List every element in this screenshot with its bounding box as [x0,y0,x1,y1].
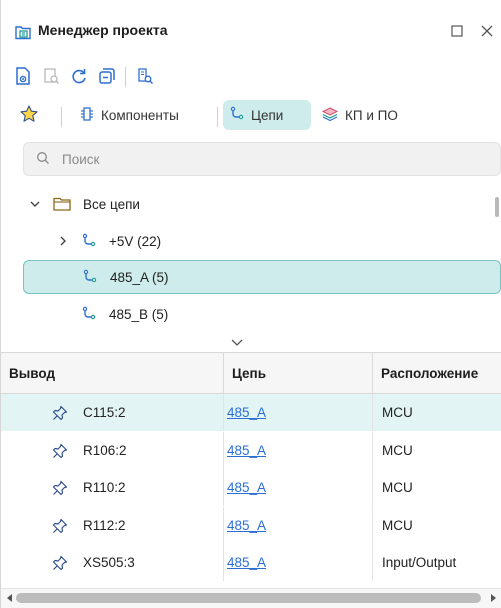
cell-pin: C115:2 [83,405,126,420]
layers-icon [321,106,345,125]
scrollbar-thumb[interactable] [16,593,481,603]
tab-separator [61,107,62,127]
column-header-location[interactable]: Расположение [373,353,501,393]
tree-item-485b[interactable]: 485_B (5) [81,298,461,330]
table-row[interactable]: R110:2 485_A MCU [1,469,501,506]
tab-nets[interactable]: Цепи [223,100,311,130]
tree-item-485a[interactable]: 485_A (5) [23,260,501,294]
net-link[interactable]: 485_A [227,555,266,570]
splitter-chevron-down-icon[interactable] [228,336,246,350]
cell-location: MCU [382,442,413,458]
cell-divider [223,469,224,506]
cell-divider [223,506,224,544]
project-manager-panel: Менеджер проекта Компоненты Цепи КП и ПО… [0,0,501,608]
cell-divider [372,431,373,469]
component-icon [79,106,101,125]
document-view-icon[interactable] [11,64,35,88]
tree-scrollbar-thumb[interactable] [495,197,499,217]
net-link[interactable]: 485_A [227,405,266,420]
net-icon [81,233,97,249]
cell-pin: R112:2 [83,517,126,533]
pin-icon[interactable] [52,443,68,459]
pin-icon[interactable] [52,480,68,496]
zoom-page-icon[interactable] [39,64,63,88]
column-header-pin[interactable]: Вывод [1,353,223,393]
toolbar [1,60,501,92]
tree-root-all-nets[interactable]: Все цепи [27,188,487,220]
cell-divider [223,431,224,469]
pin-icon[interactable] [52,405,68,421]
pin-icon[interactable] [52,518,68,534]
net-link[interactable]: 485_A [227,443,266,458]
tab-label: КП и ПО [345,107,398,123]
panel-title: Менеджер проекта [38,22,168,38]
tab-pads-vias[interactable]: КП и ПО [315,100,404,130]
search-box [23,142,501,176]
net-link[interactable]: 485_A [227,480,266,495]
table-row[interactable]: XS505:3 485_A Input/Output [1,544,501,581]
refresh-icon[interactable] [67,64,91,88]
cell-divider [372,394,373,431]
net-icon [229,106,251,125]
cell-pin: R106:2 [83,442,127,458]
cell-location: MCU [382,480,413,495]
cell-location: MCU [382,517,413,533]
scroll-left-arrow-icon[interactable] [7,594,12,602]
net-link[interactable]: 485_A [227,518,266,533]
cell-pin: XS505:3 [83,555,135,570]
chevron-right-icon[interactable] [55,233,71,249]
tree-label: +5V (22) [109,233,162,249]
tab-bar: Компоненты Цепи КП и ПО [1,96,501,136]
tree-label: 485_A (5) [110,269,169,285]
cell-pin: R110:2 [83,480,126,495]
project-manager-icon [14,23,32,41]
tab-label: Цепи [251,107,284,123]
tab-components[interactable]: Компоненты [73,100,185,130]
cell-net: 485_A [227,432,266,469]
find-icon[interactable] [133,64,157,88]
table-header: Вывод Цепь Расположение [1,352,501,394]
cell-net: 485_A [227,469,266,506]
net-icon [81,306,97,322]
pin-icon[interactable] [52,555,68,571]
toolbar-separator [125,67,126,87]
cell-location: MCU [382,405,413,420]
collapse-icon[interactable] [95,64,119,88]
close-icon[interactable] [476,20,498,42]
cell-divider [223,544,224,581]
cell-divider [223,394,224,431]
scroll-right-arrow-icon[interactable] [491,594,496,602]
tab-separator [217,107,218,127]
cell-net: 485_A [227,507,266,544]
title-bar: Менеджер проекта [1,0,501,56]
tree-label: 485_B (5) [109,306,169,322]
search-input[interactable] [62,151,482,167]
cell-divider [372,469,373,506]
search-icon [36,151,50,168]
tree-label: Все цепи [83,196,140,212]
cell-net: 485_A [227,544,266,581]
cell-net: 485_A [227,394,266,431]
column-header-net[interactable]: Цепь [224,353,372,393]
chevron-down-icon[interactable] [27,196,43,212]
maximize-icon[interactable] [446,20,468,42]
table-row[interactable]: C115:2 485_A MCU [1,394,501,431]
table-row[interactable]: R112:2 485_A MCU [1,506,501,544]
table-row[interactable]: R106:2 485_A MCU [1,431,501,469]
horizontal-scrollbar[interactable] [1,588,501,608]
star-icon [19,104,45,127]
net-icon [82,269,98,285]
cell-location: Input/Output [382,555,457,570]
tree-item-5v[interactable]: +5V (22) [55,225,475,257]
cell-divider [372,544,373,581]
cell-divider [372,506,373,544]
tab-label: Компоненты [101,107,179,123]
tab-favorites[interactable] [15,100,49,130]
folder-icon [53,196,71,212]
